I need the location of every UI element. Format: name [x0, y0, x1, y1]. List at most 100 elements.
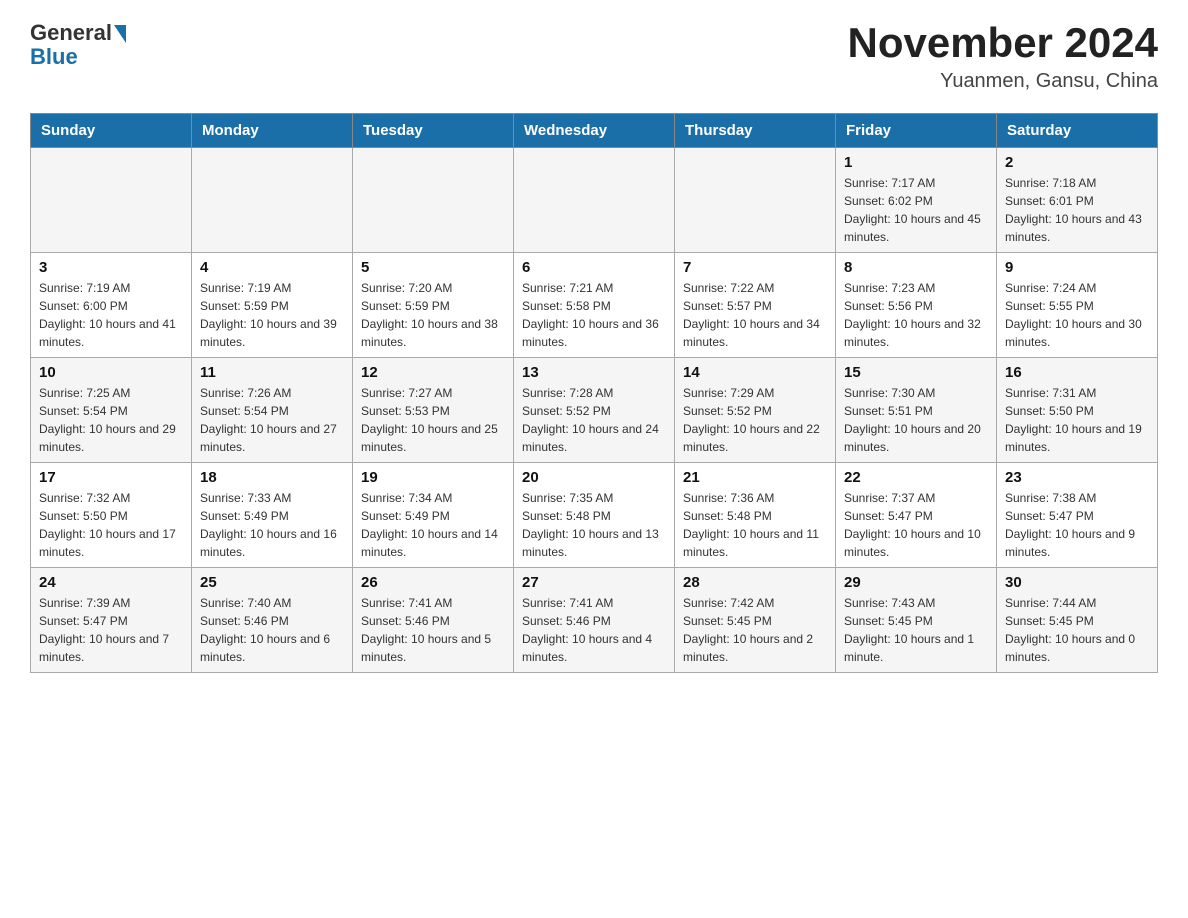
calendar-cell: 23 Sunrise: 7:38 AM Sunset: 5:47 PM Dayli…: [997, 463, 1158, 568]
location-title: Yuanmen, Gansu, China: [847, 70, 1158, 93]
day-number: 6: [522, 259, 666, 276]
calendar-cell: 12 Sunrise: 7:27 AM Sunset: 5:53 PM Dayli…: [353, 358, 514, 463]
day-info: Sunrise: 7:29 AM Sunset: 5:52 PM Dayligh…: [683, 384, 827, 456]
day-number: 12: [361, 364, 505, 381]
header-right: November 2024 Yuanmen, Gansu, China: [847, 20, 1158, 93]
day-info: Sunrise: 7:41 AM Sunset: 5:46 PM Dayligh…: [361, 594, 505, 666]
day-number: 23: [1005, 469, 1149, 486]
calendar-cell: 13 Sunrise: 7:28 AM Sunset: 5:52 PM Dayli…: [514, 358, 675, 463]
calendar-cell: 21 Sunrise: 7:36 AM Sunset: 5:48 PM Dayli…: [675, 463, 836, 568]
day-info: Sunrise: 7:20 AM Sunset: 5:59 PM Dayligh…: [361, 279, 505, 351]
day-info: Sunrise: 7:35 AM Sunset: 5:48 PM Dayligh…: [522, 489, 666, 561]
logo-general-text: General: [30, 20, 112, 46]
day-info: Sunrise: 7:39 AM Sunset: 5:47 PM Dayligh…: [39, 594, 183, 666]
calendar-cell: 8 Sunrise: 7:23 AM Sunset: 5:56 PM Daylig…: [836, 253, 997, 358]
day-number: 1: [844, 154, 988, 171]
calendar-cell: 19 Sunrise: 7:34 AM Sunset: 5:49 PM Dayli…: [353, 463, 514, 568]
day-number: 25: [200, 574, 344, 591]
day-info: Sunrise: 7:28 AM Sunset: 5:52 PM Dayligh…: [522, 384, 666, 456]
day-number: 17: [39, 469, 183, 486]
day-info: Sunrise: 7:22 AM Sunset: 5:57 PM Dayligh…: [683, 279, 827, 351]
calendar-cell: 14Sunrise: 7:29 AM Sunset: 5:52 PM Dayli…: [675, 358, 836, 463]
logo: General Blue: [30, 20, 126, 70]
calendar-cell: 29 Sunrise: 7:43 AM Sunset: 5:45 PM Dayli…: [836, 568, 997, 673]
day-number: 20: [522, 469, 666, 486]
calendar-week-row: 24Sunrise: 7:39 AM Sunset: 5:47 PM Dayli…: [31, 568, 1158, 673]
calendar-cell: 2Sunrise: 7:18 AM Sunset: 6:01 PM Daylig…: [997, 148, 1158, 253]
weekday-header-wednesday: Wednesday: [514, 114, 675, 148]
calendar-cell: 26 Sunrise: 7:41 AM Sunset: 5:46 PM Dayli…: [353, 568, 514, 673]
calendar-week-row: 1 Sunrise: 7:17 AM Sunset: 6:02 PM Daylig…: [31, 148, 1158, 253]
calendar-cell: 10 Sunrise: 7:25 AM Sunset: 5:54 PM Dayli…: [31, 358, 192, 463]
calendar-cell: 22Sunrise: 7:37 AM Sunset: 5:47 PM Dayli…: [836, 463, 997, 568]
calendar-cell: 24Sunrise: 7:39 AM Sunset: 5:47 PM Dayli…: [31, 568, 192, 673]
day-info: Sunrise: 7:43 AM Sunset: 5:45 PM Dayligh…: [844, 594, 988, 666]
day-number: 8: [844, 259, 988, 276]
day-info: Sunrise: 7:25 AM Sunset: 5:54 PM Dayligh…: [39, 384, 183, 456]
day-info: Sunrise: 7:17 AM Sunset: 6:02 PM Dayligh…: [844, 174, 988, 246]
day-number: 10: [39, 364, 183, 381]
day-info: Sunrise: 7:19 AM Sunset: 6:00 PM Dayligh…: [39, 279, 183, 351]
day-info: Sunrise: 7:41 AM Sunset: 5:46 PM Dayligh…: [522, 594, 666, 666]
day-number: 29: [844, 574, 988, 591]
day-number: 16: [1005, 364, 1149, 381]
calendar-cell: 28Sunrise: 7:42 AM Sunset: 5:45 PM Dayli…: [675, 568, 836, 673]
day-info: Sunrise: 7:44 AM Sunset: 5:45 PM Dayligh…: [1005, 594, 1149, 666]
day-info: Sunrise: 7:32 AM Sunset: 5:50 PM Dayligh…: [39, 489, 183, 561]
day-number: 18: [200, 469, 344, 486]
day-info: Sunrise: 7:23 AM Sunset: 5:56 PM Dayligh…: [844, 279, 988, 351]
day-number: 30: [1005, 574, 1149, 591]
weekday-header-monday: Monday: [192, 114, 353, 148]
calendar-cell: [514, 148, 675, 253]
calendar-cell: 16 Sunrise: 7:31 AM Sunset: 5:50 PM Dayli…: [997, 358, 1158, 463]
calendar-cell: [353, 148, 514, 253]
day-info: Sunrise: 7:42 AM Sunset: 5:45 PM Dayligh…: [683, 594, 827, 666]
weekday-header-tuesday: Tuesday: [353, 114, 514, 148]
month-title: November 2024: [847, 20, 1158, 66]
day-number: 19: [361, 469, 505, 486]
day-info: Sunrise: 7:34 AM Sunset: 5:49 PM Dayligh…: [361, 489, 505, 561]
weekday-header-thursday: Thursday: [675, 114, 836, 148]
day-number: 15: [844, 364, 988, 381]
day-number: 9: [1005, 259, 1149, 276]
calendar-cell: 25 Sunrise: 7:40 AM Sunset: 5:46 PM Dayli…: [192, 568, 353, 673]
day-info: Sunrise: 7:26 AM Sunset: 5:54 PM Dayligh…: [200, 384, 344, 456]
day-info: Sunrise: 7:31 AM Sunset: 5:50 PM Dayligh…: [1005, 384, 1149, 456]
day-number: 5: [361, 259, 505, 276]
calendar-cell: 30 Sunrise: 7:44 AM Sunset: 5:45 PM Dayli…: [997, 568, 1158, 673]
calendar-cell: 3 Sunrise: 7:19 AM Sunset: 6:00 PM Daylig…: [31, 253, 192, 358]
day-number: 4: [200, 259, 344, 276]
calendar-cell: 5 Sunrise: 7:20 AM Sunset: 5:59 PM Daylig…: [353, 253, 514, 358]
day-info: Sunrise: 7:27 AM Sunset: 5:53 PM Dayligh…: [361, 384, 505, 456]
calendar-week-row: 17 Sunrise: 7:32 AM Sunset: 5:50 PM Dayli…: [31, 463, 1158, 568]
day-info: Sunrise: 7:33 AM Sunset: 5:49 PM Dayligh…: [200, 489, 344, 561]
day-info: Sunrise: 7:19 AM Sunset: 5:59 PM Dayligh…: [200, 279, 344, 351]
calendar-week-row: 10 Sunrise: 7:25 AM Sunset: 5:54 PM Dayli…: [31, 358, 1158, 463]
day-info: Sunrise: 7:30 AM Sunset: 5:51 PM Dayligh…: [844, 384, 988, 456]
calendar-cell: 6 Sunrise: 7:21 AM Sunset: 5:58 PM Daylig…: [514, 253, 675, 358]
calendar-cell: 9 Sunrise: 7:24 AM Sunset: 5:55 PM Daylig…: [997, 253, 1158, 358]
weekday-header-sunday: Sunday: [31, 114, 192, 148]
calendar-table: SundayMondayTuesdayWednesdayThursdayFrid…: [30, 113, 1158, 673]
day-info: Sunrise: 7:24 AM Sunset: 5:55 PM Dayligh…: [1005, 279, 1149, 351]
calendar-cell: 27Sunrise: 7:41 AM Sunset: 5:46 PM Dayli…: [514, 568, 675, 673]
calendar-cell: 1 Sunrise: 7:17 AM Sunset: 6:02 PM Daylig…: [836, 148, 997, 253]
calendar-cell: [675, 148, 836, 253]
day-info: Sunrise: 7:21 AM Sunset: 5:58 PM Dayligh…: [522, 279, 666, 351]
calendar-cell: 11 Sunrise: 7:26 AM Sunset: 5:54 PM Dayli…: [192, 358, 353, 463]
calendar-cell: [192, 148, 353, 253]
calendar-cell: 15 Sunrise: 7:30 AM Sunset: 5:51 PM Dayli…: [836, 358, 997, 463]
calendar-cell: 17 Sunrise: 7:32 AM Sunset: 5:50 PM Dayli…: [31, 463, 192, 568]
calendar-cell: 7Sunrise: 7:22 AM Sunset: 5:57 PM Daylig…: [675, 253, 836, 358]
calendar-cell: 4 Sunrise: 7:19 AM Sunset: 5:59 PM Daylig…: [192, 253, 353, 358]
day-info: Sunrise: 7:36 AM Sunset: 5:48 PM Dayligh…: [683, 489, 827, 561]
day-number: 11: [200, 364, 344, 381]
logo-arrow-icon: [114, 25, 126, 43]
day-info: Sunrise: 7:38 AM Sunset: 5:47 PM Dayligh…: [1005, 489, 1149, 561]
calendar-week-row: 3 Sunrise: 7:19 AM Sunset: 6:00 PM Daylig…: [31, 253, 1158, 358]
day-number: 3: [39, 259, 183, 276]
day-number: 26: [361, 574, 505, 591]
day-number: 13: [522, 364, 666, 381]
day-number: 21: [683, 469, 827, 486]
day-info: Sunrise: 7:40 AM Sunset: 5:46 PM Dayligh…: [200, 594, 344, 666]
